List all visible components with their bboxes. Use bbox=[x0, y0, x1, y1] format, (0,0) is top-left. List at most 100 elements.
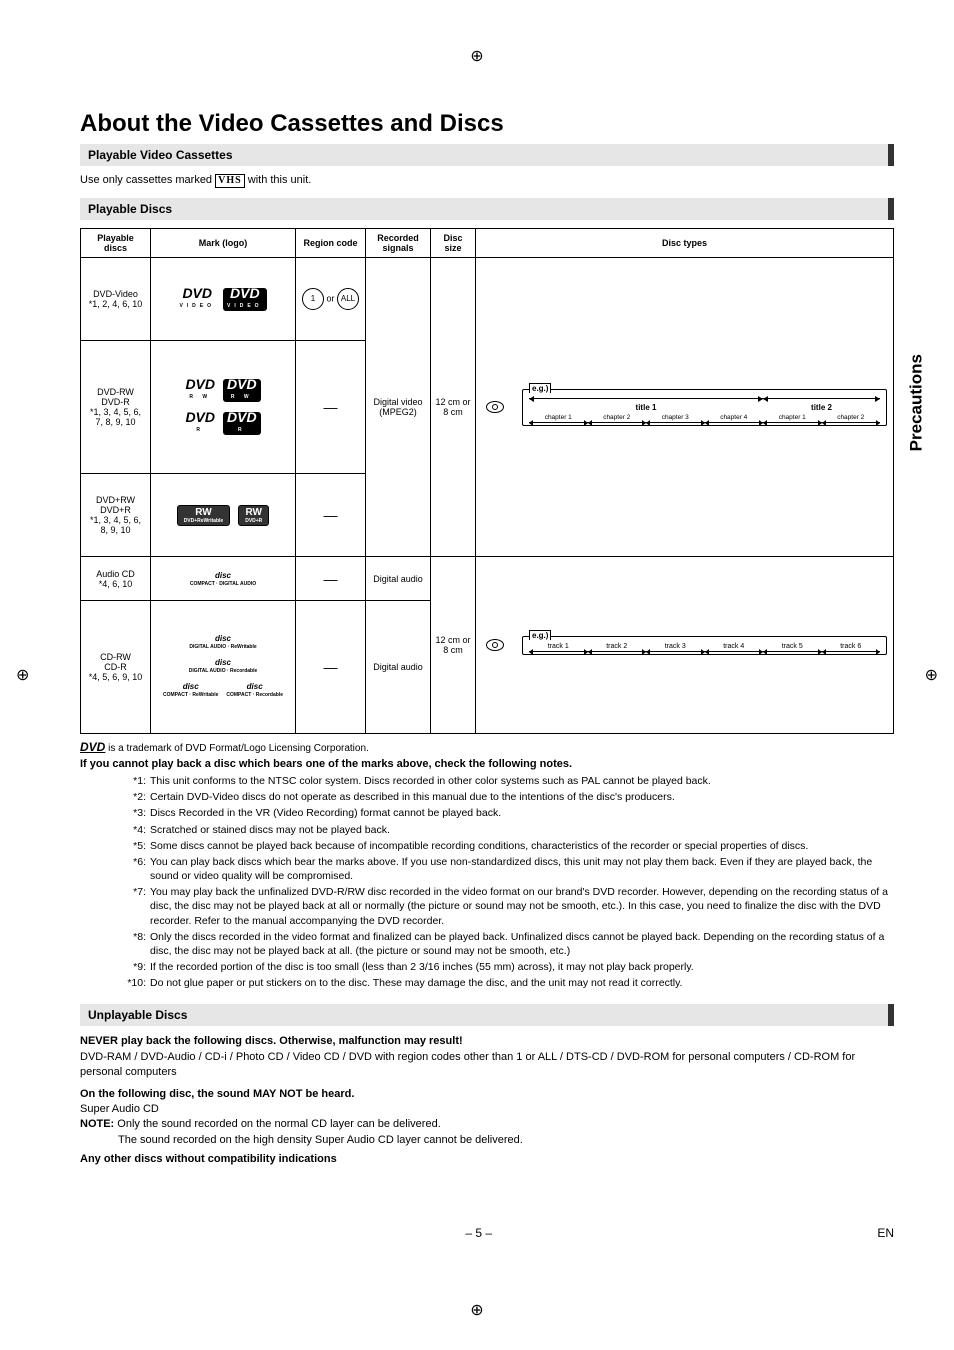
cell-region: — bbox=[296, 474, 366, 557]
cell-signals: Digital video (MPEG2) bbox=[366, 258, 431, 557]
text: title 2 bbox=[811, 403, 832, 412]
unplayable-list: DVD-RAM / DVD-Audio / CD-i / Photo CD / … bbox=[80, 1050, 894, 1081]
note-label: NOTE: bbox=[80, 1118, 114, 1130]
note-marker: *7: bbox=[116, 885, 150, 928]
text: Only the sound recorded on the normal CD… bbox=[117, 1118, 440, 1130]
note-body: This unit conforms to the NTSC color sys… bbox=[150, 774, 894, 788]
text: is a trademark of DVD Format/Logo Licens… bbox=[108, 743, 369, 754]
notes-list: *1:This unit conforms to the NTSC color … bbox=[80, 774, 894, 990]
note-body: You can play back discs which bear the m… bbox=[150, 855, 894, 883]
text: DVD-RW bbox=[85, 387, 146, 397]
vhs-logo-icon: VHS bbox=[215, 174, 245, 188]
th-playable: Playable discs bbox=[81, 229, 151, 258]
text: *4, 6, 10 bbox=[85, 579, 146, 589]
note-item: *3:Discs Recorded in the VR (Video Recor… bbox=[116, 806, 894, 820]
text: chapter 4 bbox=[705, 414, 764, 421]
dvd-logo-icon: DVDVIDEO bbox=[223, 288, 267, 311]
text: DVD+RW bbox=[85, 495, 146, 505]
note-body: If the recorded portion of the disc is t… bbox=[150, 960, 894, 974]
note-item: *5:Some discs cannot be played back beca… bbox=[116, 839, 894, 853]
cell-logo: discCOMPACT · DIGITAL AUDIO bbox=[151, 557, 296, 601]
text: DVD+R bbox=[85, 505, 146, 515]
text: Use only cassettes marked bbox=[80, 174, 215, 186]
note-marker: *9: bbox=[116, 960, 150, 974]
text: *1, 3, 4, 5, 6, 8, 9, 10 bbox=[85, 515, 146, 535]
cell-region: — bbox=[296, 341, 366, 474]
table-row: Audio CD *4, 6, 10 discCOMPACT · DIGITAL… bbox=[81, 557, 894, 601]
region-globe-all-icon: ALL bbox=[337, 288, 359, 310]
note-marker: *6: bbox=[116, 855, 150, 883]
cassettes-intro: Use only cassettes marked VHS with this … bbox=[80, 174, 894, 188]
text: chapter 2 bbox=[822, 414, 881, 421]
dvd-plus-rw-logo-icon: RWDVD+ReWritable bbox=[177, 505, 231, 526]
table-row: DVD-Video *1, 2, 4, 6, 10 DVDVIDEO DVDVI… bbox=[81, 258, 894, 341]
text: *1, 3, 4, 5, 6, 7, 8, 9, 10 bbox=[85, 407, 146, 427]
note-body: Some discs cannot be played back because… bbox=[150, 839, 894, 853]
cell-disc-types-diagram: e.g.) title 1 title 2 bbox=[476, 258, 894, 557]
text: track 2 bbox=[606, 643, 627, 650]
playable-discs-table: Playable discs Mark (logo) Region code R… bbox=[80, 228, 894, 734]
cd-r-logo-icon: discDIGITAL AUDIO · Recordable bbox=[189, 659, 258, 675]
text: track 6 bbox=[840, 643, 861, 650]
note-item: *6:You can play back discs which bear th… bbox=[116, 855, 894, 883]
dvd-r-logo-icon: DVDR bbox=[223, 412, 261, 435]
note-item: *7:You may play back the unfinalized DVD… bbox=[116, 885, 894, 928]
text: Audio CD bbox=[85, 569, 146, 579]
note-item: *2:Certain DVD-Video discs do not operat… bbox=[116, 790, 894, 804]
section-playable-cassettes: Playable Video Cassettes bbox=[80, 144, 894, 166]
registration-mark-icon: ⊕ bbox=[470, 1300, 483, 1320]
unplayable-body: NEVER play back the following discs. Oth… bbox=[80, 1034, 894, 1167]
note-marker: *5: bbox=[116, 839, 150, 853]
section-playable-discs: Playable Discs bbox=[80, 198, 894, 220]
note-item: *4:Scratched or stained discs may not be… bbox=[116, 823, 894, 837]
text: *4, 5, 6, 9, 10 bbox=[85, 672, 146, 682]
cell-logo: DVDVIDEO DVDVIDEO bbox=[151, 258, 296, 341]
dash-icon: — bbox=[324, 507, 338, 523]
compact-disc-logo-icon: discCOMPACT · DIGITAL AUDIO bbox=[153, 571, 293, 588]
note-line: NOTE: Only the sound recorded on the nor… bbox=[80, 1117, 894, 1132]
note-body: You may play back the unfinalized DVD-R/… bbox=[150, 885, 894, 928]
cell-disc-name: DVD-Video *1, 2, 4, 6, 10 bbox=[81, 258, 151, 341]
eg-label: e.g.) bbox=[529, 630, 551, 640]
dvd-r-logo-icon: DVDR bbox=[185, 412, 215, 435]
text: chapter 1 bbox=[529, 414, 588, 421]
trademark-line: DVD is a trademark of DVD Format/Logo Li… bbox=[80, 740, 894, 754]
text: CD-RW bbox=[85, 652, 146, 662]
dvd-plus-r-logo-icon: RWDVD+R bbox=[238, 505, 269, 526]
note-body: Do not glue paper or put stickers on to … bbox=[150, 976, 894, 990]
cell-disc-types-diagram: e.g.) track 1 track 2 track 3 track 4 tr… bbox=[476, 557, 894, 734]
table-header-row: Playable discs Mark (logo) Region code R… bbox=[81, 229, 894, 258]
cd-rw-logo-icon: discDIGITAL AUDIO · ReWritable bbox=[189, 635, 256, 651]
text: track 4 bbox=[723, 643, 744, 650]
cell-logo: discDIGITAL AUDIO · ReWritable discDIGIT… bbox=[151, 601, 296, 734]
never-warning: NEVER play back the following discs. Oth… bbox=[80, 1034, 894, 1049]
note-marker: *8: bbox=[116, 930, 150, 958]
dvd-logo-icon: DVDVIDEO bbox=[179, 288, 215, 311]
note-marker: *3: bbox=[116, 806, 150, 820]
text: chapter 2 bbox=[588, 414, 647, 421]
text: track 5 bbox=[782, 643, 803, 650]
dvd-rw-logo-icon: DVDR W bbox=[185, 379, 215, 402]
note-body: Certain DVD-Video discs do not operate a… bbox=[150, 790, 894, 804]
text: *1, 2, 4, 6, 10 bbox=[85, 299, 146, 309]
cell-disc-name: DVD+RW DVD+R *1, 3, 4, 5, 6, 8, 9, 10 bbox=[81, 474, 151, 557]
th-size: Disc size bbox=[431, 229, 476, 258]
note-body: Scratched or stained discs may not be pl… bbox=[150, 823, 894, 837]
page-footer: – 5 – EN bbox=[80, 1226, 894, 1240]
sound-heading: On the following disc, the sound MAY NOT… bbox=[80, 1087, 894, 1102]
note-item: *9:If the recorded portion of the disc i… bbox=[116, 960, 894, 974]
cell-disc-name: CD-RW CD-R *4, 5, 6, 9, 10 bbox=[81, 601, 151, 734]
note-marker: *4: bbox=[116, 823, 150, 837]
page-number: – 5 – bbox=[80, 1226, 877, 1240]
text: track 1 bbox=[548, 643, 569, 650]
note-item: *8:Only the discs recorded in the video … bbox=[116, 930, 894, 958]
text: chapter 3 bbox=[646, 414, 705, 421]
region-globe-icon: 1 bbox=[302, 288, 324, 310]
dash-icon: — bbox=[324, 399, 338, 415]
text: track 3 bbox=[665, 643, 686, 650]
th-types: Disc types bbox=[476, 229, 894, 258]
eg-label: e.g.) bbox=[529, 383, 551, 393]
cell-signals: Digital audio bbox=[366, 557, 431, 601]
page-title: About the Video Cassettes and Discs bbox=[80, 110, 894, 138]
dvd-logo-icon: DVD bbox=[80, 740, 105, 754]
